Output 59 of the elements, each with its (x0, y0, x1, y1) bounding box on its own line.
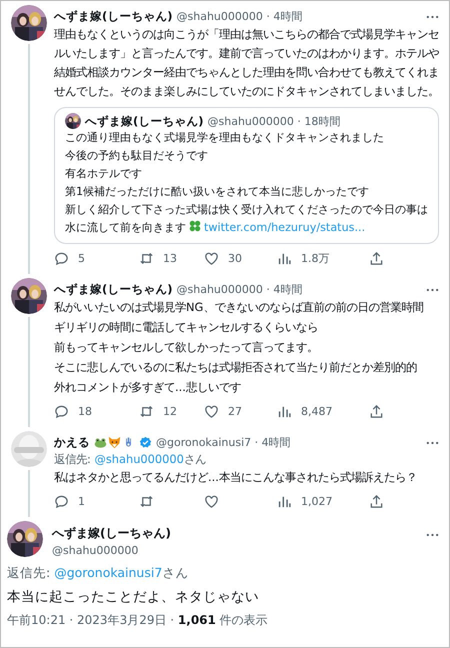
display-name[interactable]: かえる (54, 435, 90, 450)
retweet-icon[interactable] (139, 251, 154, 266)
tweet-text: 前もってキャンセルして欲しかったって言ってます。 (54, 339, 319, 356)
handle-time: @shahu000000 · 4時間 (176, 282, 302, 297)
tweet-text: 新しく紹介して下さった式場は快く受け入れてくださったので今日の事は水に流して前を向きます twitter.com/hezuruy/status... (65, 202, 428, 236)
count-label: 8,487 (301, 405, 332, 418)
handle-time: @shahu000000 · 18時間 (208, 114, 340, 128)
display-name: へずま嫁(しーちゃん) (85, 114, 204, 128)
timestamp-views: 午前10:21 · 2023年3月29日 · 1,061 件の表示 (7, 612, 269, 629)
display-name[interactable]: へずま嫁(しーちゃん) (54, 9, 173, 24)
reply-icon[interactable] (54, 494, 69, 509)
count-label: 30 (228, 252, 242, 265)
clover-icon (188, 219, 202, 233)
tweet-text: ギリギリの時間に電話してキャンセルするくらいなら (54, 319, 319, 336)
retweet-icon[interactable] (139, 494, 154, 509)
tweet-text: 有名ホテルです (65, 166, 143, 182)
share-icon[interactable] (369, 494, 384, 509)
more-icon[interactable] (426, 14, 439, 18)
bar-chart-icon[interactable] (277, 404, 292, 419)
retweet-icon[interactable] (139, 404, 154, 419)
count-label: 5 (78, 252, 85, 265)
tweet-text: 本当に起こったことだよ、ネタじゃない (7, 588, 260, 606)
heart-icon[interactable] (204, 494, 219, 509)
bar-chart-icon[interactable] (277, 251, 292, 266)
tweet-text: 外れコメントが多すぎて...悲しいです (54, 379, 242, 396)
more-icon[interactable] (426, 533, 439, 537)
handle-time: @goronokainusi7 · 4時間 (156, 435, 291, 450)
frog-icon (94, 436, 107, 449)
more-icon[interactable] (426, 440, 439, 444)
tweet-text: 私がいいたいのは式場見学NG、できないのならば直前の前の日の営業時間 (54, 299, 424, 316)
count-label: 12 (163, 405, 177, 418)
tweet-text: そこに悲しんでいるのに私たちは式場拒否されて当たり前だとか差別的的 (54, 359, 418, 376)
reply-icon[interactable] (54, 251, 69, 266)
display-name[interactable]: へずま嫁(しーちゃん) (52, 525, 171, 542)
count-label: 1.8万 (301, 251, 330, 266)
heart-icon[interactable] (204, 404, 219, 419)
quoted-tweet[interactable]: へずま嫁(しーちゃん) @shahu000000 · 18時間 この通り理由もなく式場見学を理由もなくドタキャンされました 今後の予約も駄目だそうです 有名ホテルです 第1候補だっただけに酷い扱いをされて本当に悲しかったです 新しく紹介して下さった式場は快く受け入れてくださったので今日の事は水に流して前を向きます twitter.com/hezuruy/status... (54, 107, 439, 244)
tweet-text: 今後の予約も駄目だそうです (65, 148, 209, 164)
count-label: 1 (78, 495, 85, 508)
tweet-text: 理由もなくというのは向こうが「理由は無いこちらの都合で式場見学キャンセルいたします」と言ったんです。建前で言っていたのはわかります。ホテルや結婚式相談カウンター経由でちゃんとした理由を問い合わせても教えてくれませんでした。そのまま楽しみにしていたのにドタキャンされてしまいました。 (54, 26, 440, 100)
count-label: 18 (78, 405, 92, 418)
fox-icon (108, 436, 121, 449)
handle-time: @shahu000000 · 4時間 (176, 9, 302, 24)
bar-chart-icon[interactable] (277, 494, 292, 509)
tweet-text: この通り理由もなく式場見学を理由もなくドタキャンされました (65, 130, 385, 146)
count-label: 27 (228, 405, 242, 418)
tweet-text: 私はネタかと思ってるんだけど...本当にこんな事されたら式場訴えたら？ (54, 469, 418, 486)
reply-to-text: 返信先: @shahu000000さん (54, 452, 207, 467)
reply-to-text: 返信先: @goronokainusi7さん (7, 565, 190, 582)
share-icon[interactable] (369, 251, 384, 266)
more-icon[interactable] (426, 288, 439, 292)
count-label: 1,027 (301, 495, 332, 508)
heart-icon[interactable] (204, 251, 219, 266)
display-name[interactable]: へずま嫁(しーちゃん) (54, 282, 173, 297)
reply-icon[interactable] (54, 404, 69, 419)
handle: @shahu000000 (52, 544, 140, 557)
share-icon[interactable] (369, 404, 384, 419)
tweet-text: 第1候補だっただけに酷い扱いをされて本当に悲しかったです (65, 184, 370, 200)
count-label: 13 (163, 252, 177, 265)
